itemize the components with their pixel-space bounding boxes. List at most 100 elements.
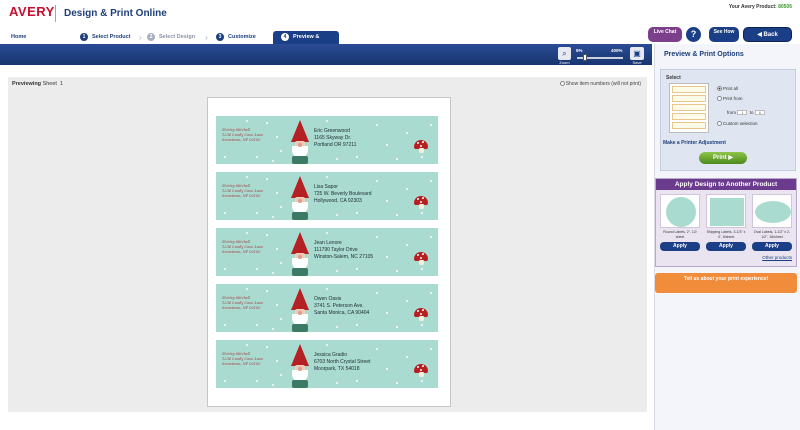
label-cell[interactable]: [672, 104, 706, 111]
feedback-button[interactable]: Tell us about your print experience!: [655, 273, 797, 293]
avery-logo[interactable]: AVERY: [9, 4, 55, 19]
address-label[interactable]: Shirley Mitchell 1234 Candy Cane Lane Snow…: [216, 172, 438, 220]
gnome-hat: [291, 344, 309, 366]
snow-dot: [326, 120, 328, 122]
snow-dot: [356, 212, 358, 214]
apply-button[interactable]: Apply: [706, 242, 746, 251]
apply-button[interactable]: Apply: [752, 242, 792, 251]
tab-preview-print[interactable]: 4Preview & Print: [273, 31, 339, 53]
recipient-address: Lisa Sapor 725 W. Beverly Boulevard Hollyw…: [314, 184, 372, 205]
snow-dot: [430, 348, 432, 350]
snow-dot: [326, 288, 328, 290]
product-caption: Shipping Labels, 3-1/3" x 4", 6/sheet: [706, 230, 746, 239]
snow-dot: [336, 326, 338, 328]
snow-dot: [326, 232, 328, 234]
live-chat-button[interactable]: Live Chat: [648, 27, 682, 42]
address-city: Moorpark, TX 54018: [314, 366, 360, 372]
address-label[interactable]: Shirley Mitchell 1234 Candy Cane Lane Snow…: [216, 228, 438, 276]
show-item-numbers-toggle[interactable]: Show item numbers (will not print): [559, 81, 641, 87]
print-all-option[interactable]: Print all: [717, 86, 738, 92]
snow-dot: [376, 180, 378, 182]
save-label: Save: [632, 60, 642, 65]
radio-icon[interactable]: [717, 121, 722, 127]
snow-dot: [266, 290, 268, 292]
radio-icon[interactable]: [559, 81, 565, 87]
snow-dot: [276, 136, 278, 138]
other-products-link[interactable]: Other products: [762, 255, 792, 260]
snow-dot: [224, 380, 226, 382]
print-from-label: Print from: [723, 96, 743, 101]
zoom-icon[interactable]: ⌕: [558, 47, 571, 60]
mushroom-spot: [417, 254, 419, 256]
print-button[interactable]: Print ▶: [699, 152, 747, 164]
snow-dot: [336, 214, 338, 216]
apply-design-box: Apply Design to Another Product Round La…: [655, 178, 797, 267]
tab-customize[interactable]: 3 Customize: [216, 31, 256, 44]
snow-dot: [276, 304, 278, 306]
label-selector[interactable]: [669, 83, 709, 133]
shipping-label-shape: [710, 198, 744, 226]
zoom-slider-thumb[interactable]: [583, 54, 587, 61]
printer-adjustment-link[interactable]: Make a Printer Adjustment: [663, 140, 726, 146]
tab-select-product[interactable]: 1 Select Product: [80, 31, 131, 44]
product-caption: Oval Labels, 1-1/2" x 2-1/2", 18/sheet: [753, 230, 791, 239]
radio-icon[interactable]: [717, 96, 722, 102]
snow-dot: [224, 212, 226, 214]
app-title: Design & Print Online: [64, 8, 167, 19]
address-street: 3741 S. Peterson Ave.: [314, 303, 364, 309]
label-cell[interactable]: [672, 113, 706, 120]
address-label[interactable]: Shirley Mitchell 1234 Candy Cane Lane Snow…: [216, 340, 438, 388]
back-button[interactable]: ◀ Back: [743, 27, 792, 42]
print-from-option[interactable]: Print from: [717, 96, 743, 102]
snow-dot: [430, 124, 432, 126]
snow-dot: [256, 156, 258, 158]
return-address-line: Snowtown, NP 00100: [222, 306, 261, 310]
snow-dot: [421, 324, 423, 326]
snow-dot: [326, 344, 328, 346]
product-oval-labels[interactable]: Oval Labels, 1-1/2" x 2-1/2", 18/sheet: [752, 194, 792, 239]
gnome-body: [292, 212, 308, 220]
custom-selection-option[interactable]: Custom selection: [717, 121, 758, 127]
address-label[interactable]: Shirley Mitchell 1234 Candy Cane Lane Snow…: [216, 116, 438, 164]
snow-dot: [266, 234, 268, 236]
tab-home[interactable]: Home: [11, 31, 26, 44]
product-shipping-labels[interactable]: Shipping Labels, 3-1/3" x 4", 6/sheet: [706, 194, 746, 239]
gnome-illustration: [288, 232, 312, 276]
snow-dot: [406, 356, 408, 358]
preview-area: Previewing Sheet 1 Show item numbers (wi…: [8, 77, 647, 412]
mushroom-stem: [419, 204, 424, 209]
tab-select-design[interactable]: 2 Select Design: [147, 31, 195, 44]
save-icon[interactable]: ▣: [630, 47, 644, 60]
snow-dot: [336, 158, 338, 160]
snow-dot: [256, 324, 258, 326]
product-round-labels[interactable]: Round Labels, 2", 12/ sheet: [660, 194, 700, 239]
see-how-button[interactable]: See How: [709, 27, 739, 42]
snow-dot: [386, 200, 388, 202]
label-cell[interactable]: [672, 86, 706, 93]
from-input[interactable]: 1: [737, 110, 748, 116]
snow-dot: [356, 156, 358, 158]
mushroom-spot: [420, 145, 422, 147]
gnome-body: [292, 380, 308, 388]
help-button[interactable]: ?: [686, 27, 701, 42]
mushroom-spot: [417, 142, 419, 144]
to-input[interactable]: 6: [754, 110, 765, 116]
radio-selected-icon[interactable]: [717, 86, 722, 92]
product-thumbnail: [660, 194, 700, 228]
mushroom-spot: [417, 366, 419, 368]
return-address-line: Snowtown, NP 00100: [222, 250, 261, 254]
address-label[interactable]: Shirley Mitchell 1234 Candy Cane Lane Snow…: [216, 284, 438, 332]
snow-dot: [256, 212, 258, 214]
snow-dot: [421, 156, 423, 158]
snow-dot: [276, 192, 278, 194]
label-cell[interactable]: [672, 95, 706, 102]
snow-dot: [376, 348, 378, 350]
snow-dot: [421, 380, 423, 382]
snow-dot: [386, 256, 388, 258]
apply-button[interactable]: Apply: [660, 242, 700, 251]
label-cell[interactable]: [672, 122, 706, 129]
print-range: from 1 to 6: [727, 110, 765, 116]
zoom-min-label: 5%: [576, 48, 583, 53]
snow-dot: [376, 292, 378, 294]
mushroom-spot: [420, 313, 422, 315]
